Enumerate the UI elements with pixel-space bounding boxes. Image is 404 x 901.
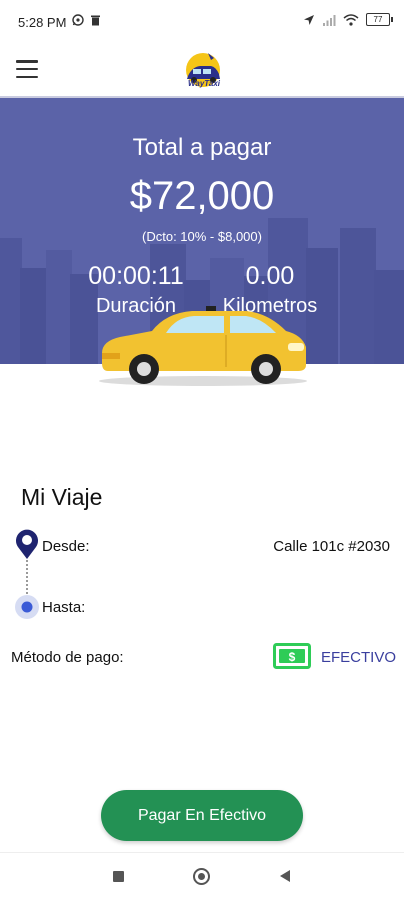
location-arrow-icon <box>304 14 314 25</box>
pay-cash-button[interactable]: Pagar En Efectivo <box>101 790 303 841</box>
battery-icon: 77 <box>366 13 393 26</box>
svg-text:$: $ <box>289 650 296 664</box>
destination-dot-icon <box>15 595 39 619</box>
payment-method-value: EFECTIVO <box>321 649 397 666</box>
trash-icon <box>91 15 100 26</box>
signal-icon <box>323 14 336 26</box>
whatsapp-icon <box>72 14 84 26</box>
location-pin-icon <box>16 529 38 559</box>
duration-value: 00:00:11 <box>88 262 184 290</box>
status-icons-left <box>72 14 101 26</box>
origin-label: Desde: <box>42 538 90 555</box>
route-connector <box>26 560 28 594</box>
home-icon[interactable] <box>193 868 210 885</box>
payment-method-label: Método de pago: <box>11 649 124 666</box>
wifi-icon <box>343 13 359 26</box>
trip-section-title: Mi Viaje <box>21 484 103 510</box>
total-amount: $72,000 <box>129 174 275 218</box>
status-icons-right: 77 <box>303 13 393 26</box>
distance-value: 0.00 <box>245 262 295 290</box>
destination-label: Hasta: <box>42 599 86 616</box>
taxi-car-illustration <box>99 306 307 386</box>
system-nav-bar <box>0 852 404 901</box>
status-bar: 5:28 PM 77 <box>0 0 404 46</box>
menu-icon[interactable] <box>16 60 38 78</box>
total-label: Total a pagar <box>132 134 272 161</box>
cash-icon: $ <box>273 643 311 669</box>
discount-text: (Dcto: 10% - $8,000) <box>142 229 262 244</box>
back-icon[interactable] <box>280 870 290 882</box>
status-time: 5:28 PM <box>18 15 67 30</box>
logo-wordmark: WayTaxi <box>187 79 220 88</box>
app-bar: WayTaxi <box>0 46 404 98</box>
recents-icon[interactable] <box>113 871 124 882</box>
origin-address: Calle 101c #2030 <box>273 538 390 555</box>
